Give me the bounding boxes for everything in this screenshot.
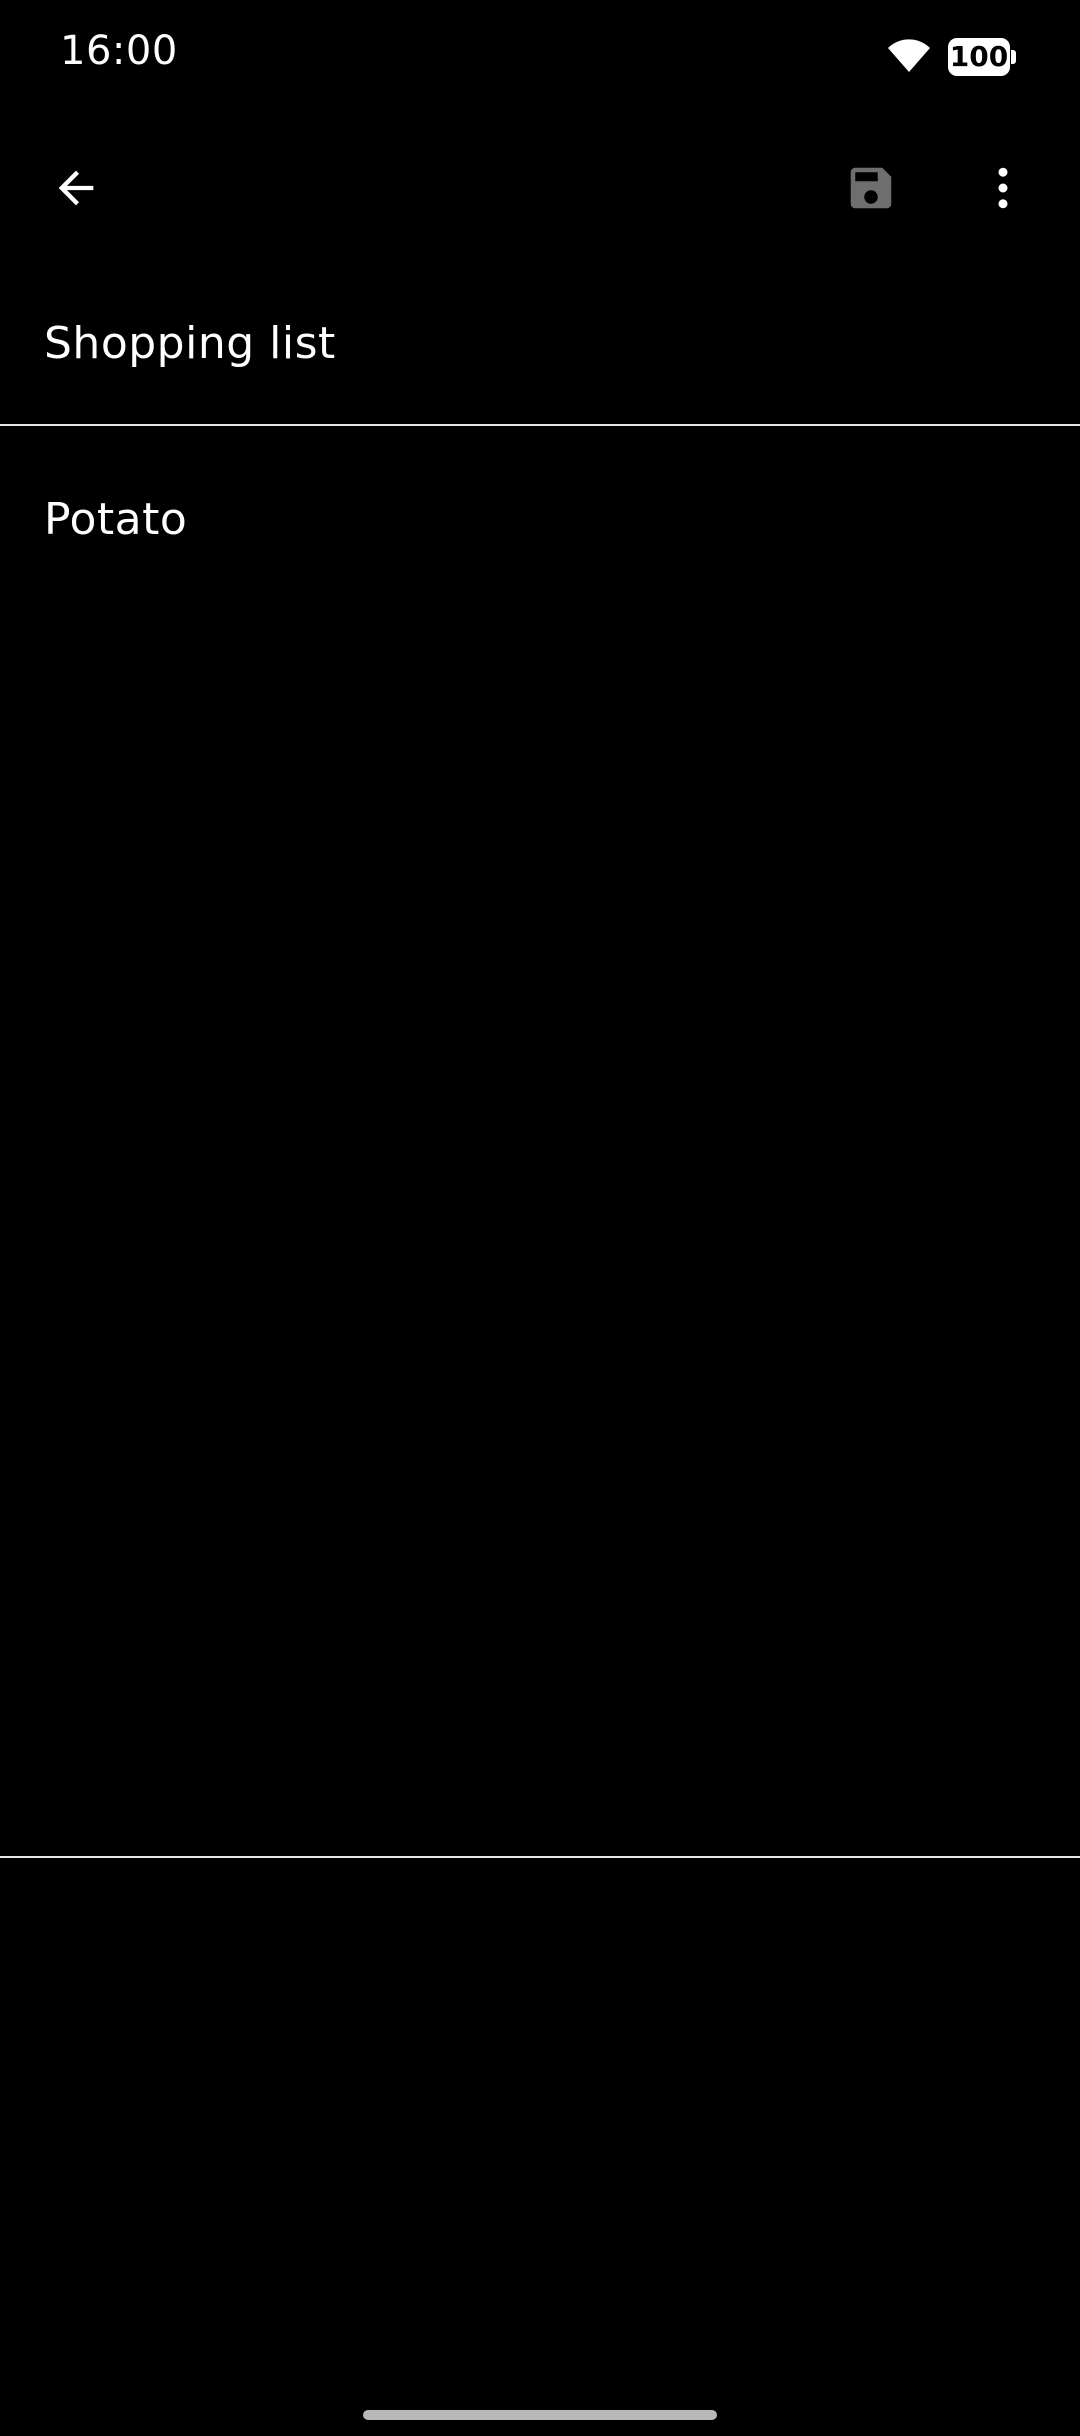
- more-vert-icon: [998, 167, 1008, 209]
- wifi-icon: [888, 39, 930, 72]
- body-divider: [0, 1856, 1080, 1858]
- save-icon: [850, 167, 892, 209]
- note-title-input[interactable]: Shopping list: [44, 318, 336, 369]
- status-bar: 16:00 100: [0, 0, 1080, 118]
- back-arrow-icon: [58, 170, 94, 206]
- note-body-input[interactable]: Potato: [44, 494, 187, 545]
- gesture-navigation-bar[interactable]: [363, 2410, 717, 2420]
- battery-icon: 100: [948, 38, 1018, 76]
- more-options-button[interactable]: [955, 140, 1051, 236]
- status-time: 16:00: [60, 28, 178, 74]
- title-divider: [0, 424, 1080, 426]
- save-button[interactable]: [823, 140, 919, 236]
- back-button[interactable]: [28, 140, 124, 236]
- battery-level: 100: [949, 40, 1009, 73]
- battery-tip: [1011, 50, 1016, 64]
- top-app-bar: [0, 118, 1080, 258]
- battery-body: 100: [948, 38, 1010, 76]
